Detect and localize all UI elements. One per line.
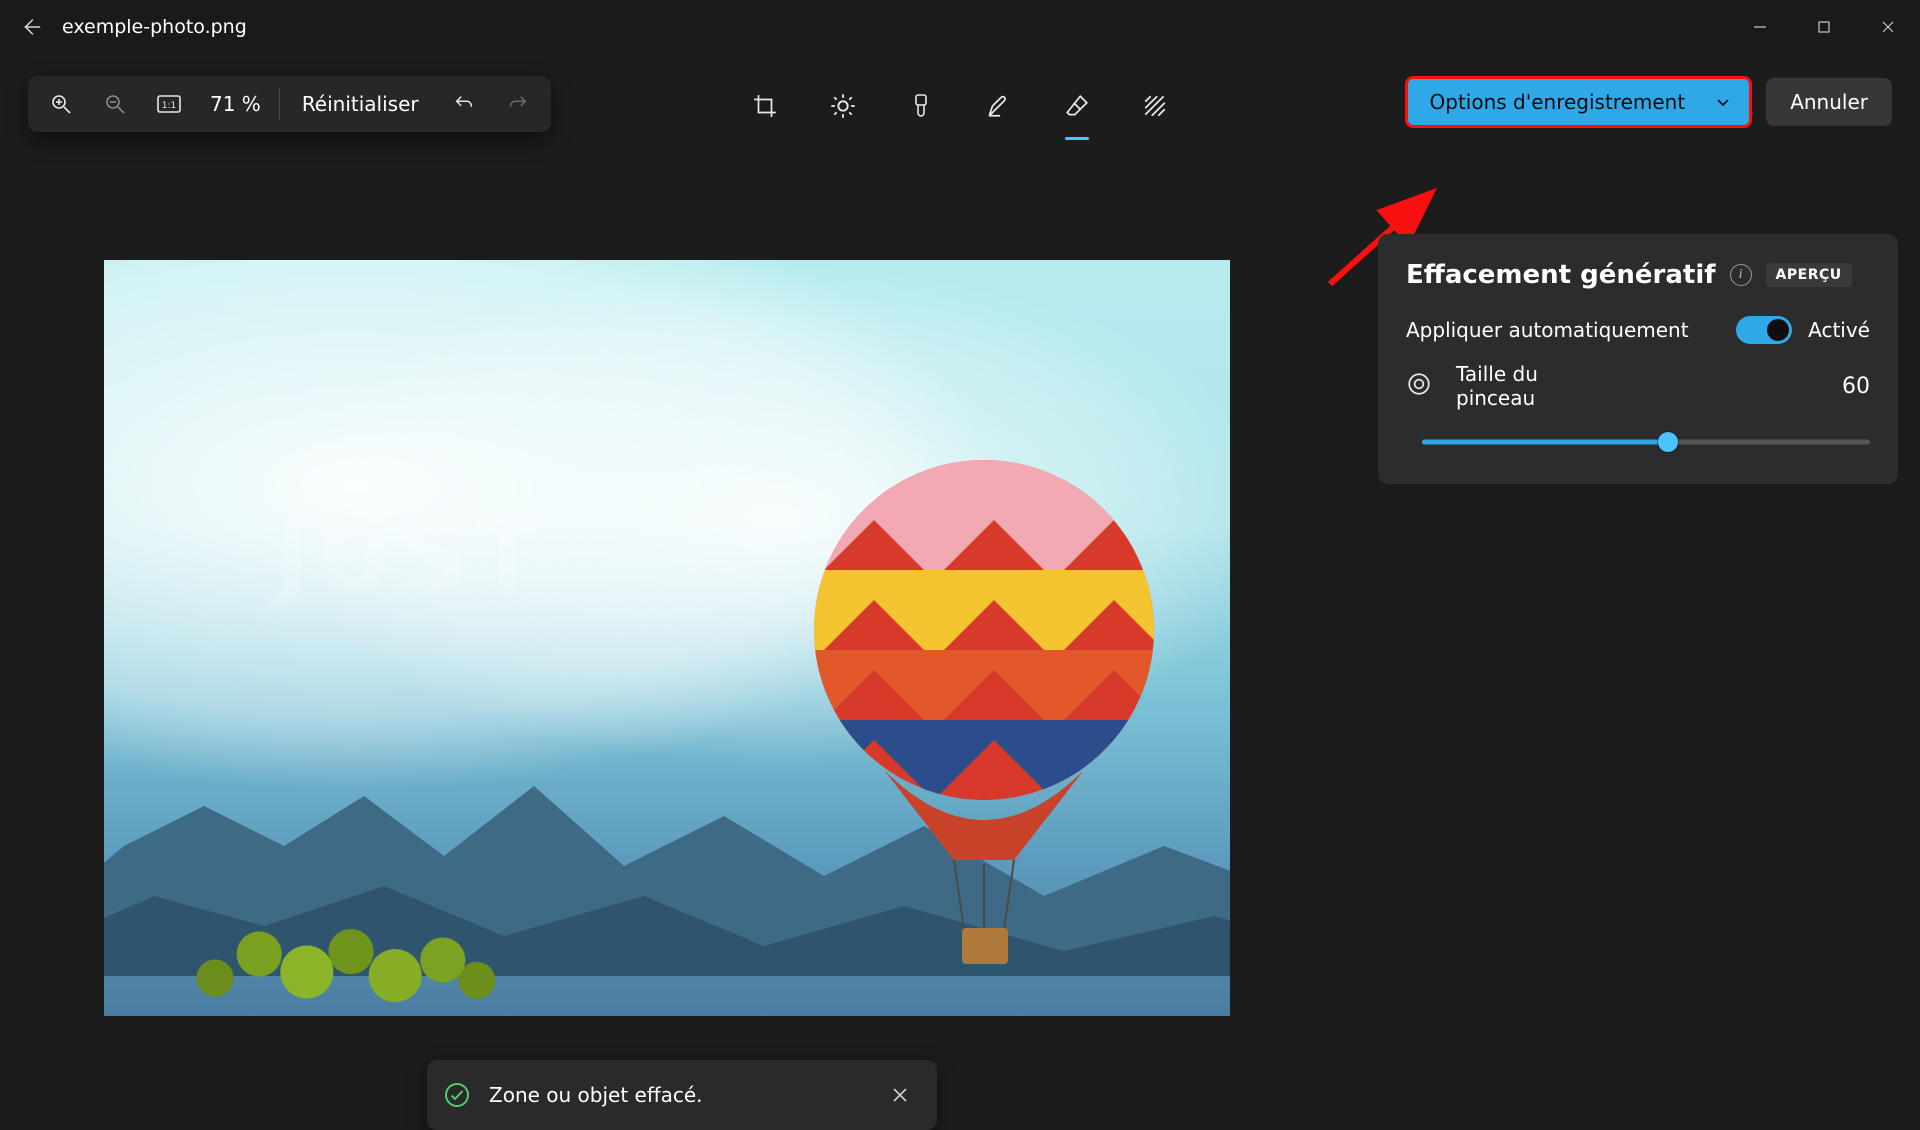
tool-markup[interactable] bbox=[975, 76, 1023, 136]
minimize-icon bbox=[1752, 19, 1768, 35]
save-options-label: Options d'enregistrement bbox=[1430, 90, 1686, 114]
redo-icon bbox=[507, 93, 529, 115]
close-button[interactable] bbox=[1856, 0, 1920, 54]
zoom-out-button[interactable] bbox=[88, 80, 142, 128]
tool-bgremove[interactable] bbox=[1131, 76, 1179, 136]
svg-text:1:1: 1:1 bbox=[162, 101, 176, 111]
maximize-button[interactable] bbox=[1792, 0, 1856, 54]
image-balloon bbox=[804, 460, 1164, 1000]
divider bbox=[279, 88, 280, 120]
toast-message: Zone ou objet effacé. bbox=[489, 1083, 703, 1107]
zoom-out-icon bbox=[103, 92, 127, 116]
tool-filter[interactable] bbox=[897, 76, 945, 136]
panel-header: Effacement génératif i APERÇU bbox=[1406, 260, 1870, 290]
window-controls bbox=[1728, 0, 1920, 54]
target-icon bbox=[1406, 371, 1434, 402]
panel-title: Effacement génératif bbox=[1406, 260, 1716, 290]
close-icon bbox=[1881, 20, 1895, 34]
auto-apply-label: Appliquer automatiquement bbox=[1406, 318, 1689, 342]
brush-size-value: 60 bbox=[1842, 374, 1870, 399]
success-icon bbox=[443, 1081, 471, 1109]
auto-apply-toggle[interactable] bbox=[1736, 316, 1792, 344]
save-options-button[interactable]: Options d'enregistrement bbox=[1405, 76, 1753, 128]
info-icon[interactable]: i bbox=[1730, 264, 1752, 286]
fit-screen-icon: 1:1 bbox=[156, 94, 182, 114]
cancel-label: Annuler bbox=[1790, 90, 1868, 114]
preview-badge: APERÇU bbox=[1766, 263, 1852, 287]
main-area: JUST bbox=[0, 154, 1920, 1080]
tool-adjust[interactable] bbox=[819, 76, 867, 136]
brush-size-label: Taille du pinceau bbox=[1456, 362, 1566, 410]
tool-erase[interactable] bbox=[1053, 76, 1101, 136]
arrow-left-icon bbox=[20, 16, 42, 38]
erase-panel: Effacement génératif i APERÇU Appliquer … bbox=[1378, 234, 1898, 484]
close-icon bbox=[892, 1087, 908, 1103]
redo-button[interactable] bbox=[491, 80, 545, 128]
action-buttons: Options d'enregistrement Annuler bbox=[1405, 76, 1893, 128]
crop-icon bbox=[752, 93, 778, 119]
eraser-icon bbox=[1064, 93, 1090, 119]
zoom-in-button[interactable] bbox=[34, 80, 88, 128]
brush-size-slider[interactable] bbox=[1422, 432, 1870, 452]
chevron-down-icon bbox=[1715, 94, 1731, 110]
filter-brush-icon bbox=[909, 93, 933, 119]
image-canvas[interactable]: JUST bbox=[104, 260, 1230, 1016]
pen-icon bbox=[986, 93, 1012, 119]
reset-button[interactable]: Réinitialiser bbox=[284, 92, 437, 116]
brightness-icon bbox=[829, 92, 857, 120]
tool-crop[interactable] bbox=[741, 76, 789, 136]
file-title: exemple-photo.png bbox=[62, 16, 247, 38]
auto-apply-row: Appliquer automatiquement Activé bbox=[1406, 316, 1870, 344]
toast-close-button[interactable] bbox=[883, 1078, 917, 1112]
minimize-button[interactable] bbox=[1728, 0, 1792, 54]
back-button[interactable] bbox=[0, 0, 62, 54]
maximize-icon bbox=[1817, 20, 1831, 34]
title-bar: exemple-photo.png bbox=[0, 0, 1920, 54]
brush-size-row: Taille du pinceau 60 bbox=[1406, 362, 1870, 410]
canvas-area: JUST bbox=[0, 154, 1364, 1080]
edit-tool-tabs bbox=[741, 76, 1179, 136]
image-bush bbox=[164, 906, 504, 1016]
toggle-state: Activé bbox=[1808, 318, 1870, 342]
toolbar: 1:1 71 % Réinitialiser bbox=[0, 54, 1920, 154]
image-watermark: JUST bbox=[274, 500, 546, 612]
undo-icon bbox=[453, 93, 475, 115]
background-remove-icon bbox=[1142, 93, 1168, 119]
toast: Zone ou objet effacé. bbox=[427, 1060, 937, 1130]
undo-button[interactable] bbox=[437, 80, 491, 128]
zoom-toolbar: 1:1 71 % Réinitialiser bbox=[28, 76, 551, 132]
fit-button[interactable]: 1:1 bbox=[142, 80, 196, 128]
zoom-percent[interactable]: 71 % bbox=[196, 92, 275, 116]
cancel-button[interactable]: Annuler bbox=[1766, 78, 1892, 126]
zoom-in-icon bbox=[49, 92, 73, 116]
